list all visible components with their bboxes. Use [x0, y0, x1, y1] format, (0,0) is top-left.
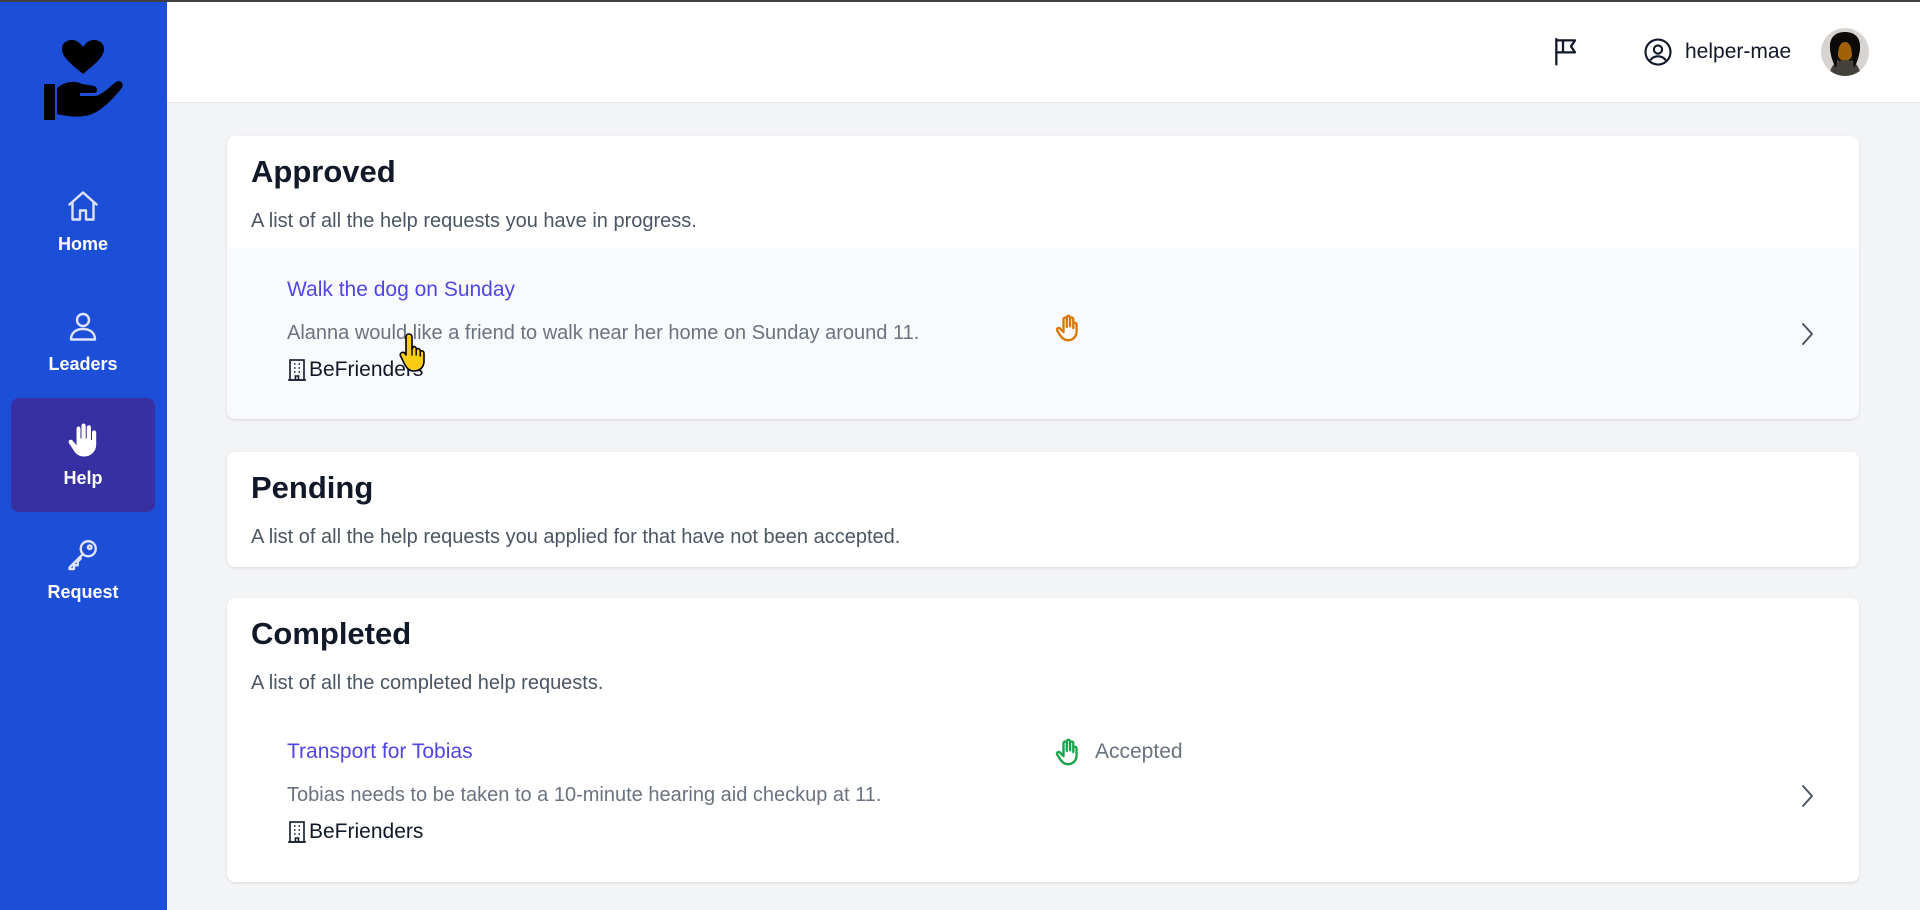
sidebar-item-label: Request [47, 581, 119, 602]
approved-section: Approved A list of all the help requests… [227, 136, 1859, 419]
list-item[interactable]: Walk the dog on Sunday Alanna would like… [227, 248, 1859, 419]
pending-section: Pending A list of all the help requests … [227, 452, 1859, 567]
organization-name: BeFrienders [309, 358, 424, 381]
request-status [1053, 314, 1095, 342]
request-description: Alanna would like a friend to walk near … [287, 322, 920, 344]
sidebar: Home Leaders Help Request [0, 0, 167, 910]
user-circle-icon [1644, 38, 1672, 66]
request-organization: BeFrienders [287, 358, 423, 382]
section-title: Approved [251, 154, 396, 189]
sidebar-item-label: Home [57, 233, 108, 254]
organization-name: BeFrienders [309, 820, 424, 843]
building-icon [288, 821, 306, 843]
heart-in-hand-logo-icon[interactable] [42, 40, 124, 122]
user-menu-button[interactable]: helper-mae [1643, 32, 1791, 72]
home-icon [68, 190, 98, 221]
sidebar-item-home[interactable]: Home [11, 164, 155, 278]
chevron-right-icon[interactable] [1795, 782, 1819, 810]
hand-status-icon [1055, 314, 1078, 342]
request-organization: BeFrienders [287, 820, 423, 844]
request-title-link[interactable]: Walk the dog on Sunday [287, 278, 515, 302]
sidebar-item-leaders[interactable]: Leaders [11, 284, 155, 398]
flag-icon[interactable] [1551, 35, 1583, 67]
section-subtitle: A list of all the completed help request… [251, 672, 604, 694]
status-label: Accepted [1095, 740, 1183, 763]
user-icon [69, 312, 97, 341]
sidebar-item-label: Leaders [48, 353, 118, 374]
sidebar-item-request[interactable]: Request [11, 512, 155, 626]
sidebar-item-label: Help [63, 467, 103, 488]
key-icon [68, 539, 97, 570]
completed-section: Completed A list of all the completed he… [227, 598, 1859, 882]
hand-status-icon [1055, 738, 1078, 766]
list-item[interactable]: Transport for Tobias Tobias needs to be … [227, 710, 1859, 882]
section-title: Pending [251, 470, 374, 505]
request-description: Tobias needs to be taken to a 10-minute … [287, 784, 882, 806]
username: helper-mae [1685, 40, 1792, 63]
section-subtitle: A list of all the help requests you appl… [251, 526, 901, 548]
section-title: Completed [251, 616, 412, 651]
top-header: helper-mae [167, 2, 1920, 103]
hand-icon [68, 423, 97, 456]
avatar-image [1821, 28, 1869, 76]
chevron-right-icon[interactable] [1795, 320, 1819, 348]
sidebar-item-help[interactable]: Help [11, 398, 155, 512]
building-icon [288, 359, 306, 381]
window-top-border [0, 0, 1920, 2]
section-subtitle: A list of all the help requests you have… [251, 210, 697, 232]
request-title-link[interactable]: Transport for Tobias [287, 740, 473, 764]
avatar[interactable] [1821, 28, 1869, 76]
request-status: Accepted [1053, 738, 1183, 766]
